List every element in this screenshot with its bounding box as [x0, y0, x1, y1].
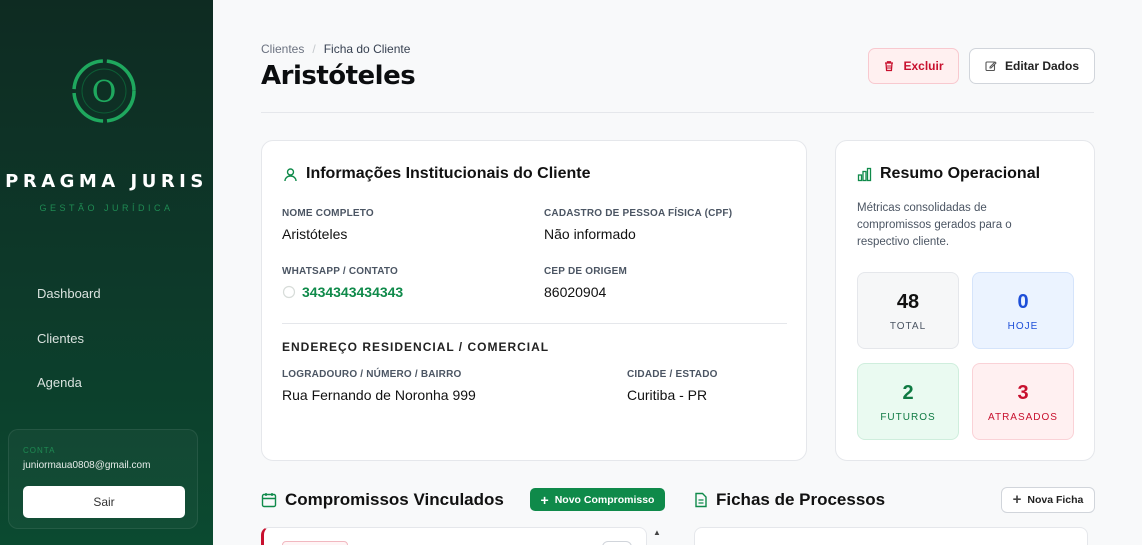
- plus-icon: +: [1012, 491, 1022, 508]
- whatsapp-value: 3434343434343: [302, 284, 404, 300]
- address-heading: ENDEREÇO RESIDENCIAL / COMERCIAL: [282, 340, 550, 354]
- metric-late-label: ATRASADOS: [988, 412, 1058, 423]
- full-name-value: Aristóteles: [282, 226, 348, 242]
- bar-chart-icon: [857, 167, 872, 181]
- breadcrumb: Clientes / Ficha do Cliente: [261, 42, 410, 56]
- city-value: Curitiba - PR: [627, 387, 708, 403]
- brand-subtitle: GESTÃO JURÍDICA: [39, 203, 174, 213]
- cpf-value: Não informado: [544, 226, 636, 242]
- whatsapp-icon: [282, 285, 296, 299]
- street-value: Rua Fernando de Noronha 999: [282, 387, 476, 403]
- full-name-label: NOME COMPLETO: [282, 208, 374, 219]
- delete-button[interactable]: Excluir: [868, 48, 959, 84]
- brand-name: PRAGMA JURIS: [5, 171, 208, 192]
- metric-late-value: 3: [1017, 382, 1029, 404]
- metric-today: 0 HOJE: [972, 272, 1074, 349]
- delete-label: Excluir: [903, 59, 944, 73]
- client-info-title: Informações Institucionais do Cliente: [283, 165, 591, 183]
- calendar-icon: [261, 493, 277, 508]
- trash-icon: [885, 61, 894, 72]
- metric-total-value: 48: [896, 291, 920, 313]
- document-icon: [695, 492, 707, 508]
- account-label: CONTA: [23, 446, 56, 455]
- nav-item-agenda[interactable]: Agenda: [37, 375, 82, 390]
- header-divider: [261, 112, 1094, 113]
- nav-item-dashboard[interactable]: Dashboard: [37, 286, 101, 301]
- new-appointment-button[interactable]: + Novo Compromisso: [530, 488, 665, 511]
- whatsapp-label: WHATSAPP / CONTATO: [282, 266, 399, 277]
- page-title: Aristóteles: [261, 61, 416, 91]
- cep-value: 86020904: [544, 284, 607, 300]
- breadcrumb-current: Ficha do Cliente: [323, 42, 411, 56]
- appointments-title-text: Compromissos Vinculados: [285, 490, 504, 509]
- breadcrumb-clientes[interactable]: Clientes: [261, 42, 304, 56]
- svg-text:O: O: [92, 75, 117, 110]
- metric-total-label: TOTAL: [889, 321, 927, 332]
- cpf-label: CADASTRO DE PESSOA FÍSICA (CPF): [544, 208, 733, 219]
- nav-item-clientes[interactable]: Clientes: [37, 331, 84, 346]
- breadcrumb-separator: /: [312, 42, 316, 56]
- appointment-chip: [602, 541, 632, 545]
- edit-label: Editar Dados: [1004, 59, 1079, 73]
- whatsapp-link[interactable]: 3434343434343: [282, 284, 403, 300]
- edit-icon: [985, 61, 997, 72]
- metric-future-value: 2: [902, 382, 914, 404]
- account-panel: CONTA juniormaua0808@gmail.com Sair: [8, 429, 198, 529]
- files-title-text: Fichas de Processos: [716, 490, 886, 509]
- metric-future: 2 FUTUROS: [857, 363, 959, 440]
- plus-icon: +: [540, 491, 549, 508]
- metric-today-value: 0: [1017, 291, 1029, 313]
- client-info-card: Informações Institucionais do Cliente NO…: [261, 140, 807, 461]
- metric-future-label: FUTUROS: [880, 412, 936, 423]
- summary-card: Resumo Operacional Métricas consolidadas…: [835, 140, 1095, 461]
- circle-o-logo-icon: O: [72, 59, 136, 123]
- scroll-up-icon[interactable]: ▲: [653, 528, 661, 537]
- files-title: Fichas de Processos: [694, 490, 885, 510]
- status-badge: [282, 541, 348, 545]
- logout-button[interactable]: Sair: [23, 486, 185, 518]
- new-appointment-label: Novo Compromisso: [554, 493, 655, 506]
- appointment-list-item[interactable]: [261, 527, 647, 545]
- sidebar: O PRAGMA JURIS GESTÃO JURÍDICA Dashboard…: [0, 0, 213, 545]
- edit-button[interactable]: Editar Dados: [969, 48, 1095, 84]
- new-file-label: Nova Ficha: [1027, 494, 1084, 506]
- info-divider: [282, 323, 787, 324]
- cep-label: CEP DE ORIGEM: [544, 266, 627, 277]
- metric-total: 48 TOTAL: [857, 272, 959, 349]
- summary-title-text: Resumo Operacional: [880, 165, 1041, 182]
- metric-late: 3 ATRASADOS: [972, 363, 1074, 440]
- street-label: LOGRADOURO / NÚMERO / BAIRRO: [282, 369, 462, 380]
- client-info-title-text: Informações Institucionais do Cliente: [306, 165, 591, 182]
- user-icon: [284, 167, 297, 181]
- file-list-item[interactable]: [694, 527, 1088, 545]
- appointments-title: Compromissos Vinculados: [261, 490, 504, 510]
- account-email: juniormaua0808@gmail.com: [23, 460, 151, 471]
- metric-today-label: HOJE: [1007, 321, 1039, 332]
- summary-description: Métricas consolidadas de compromissos ge…: [857, 202, 1012, 248]
- city-label: CIDADE / ESTADO: [627, 369, 718, 380]
- new-file-button[interactable]: + Nova Ficha: [1001, 487, 1095, 513]
- summary-title: Resumo Operacional: [857, 165, 1040, 183]
